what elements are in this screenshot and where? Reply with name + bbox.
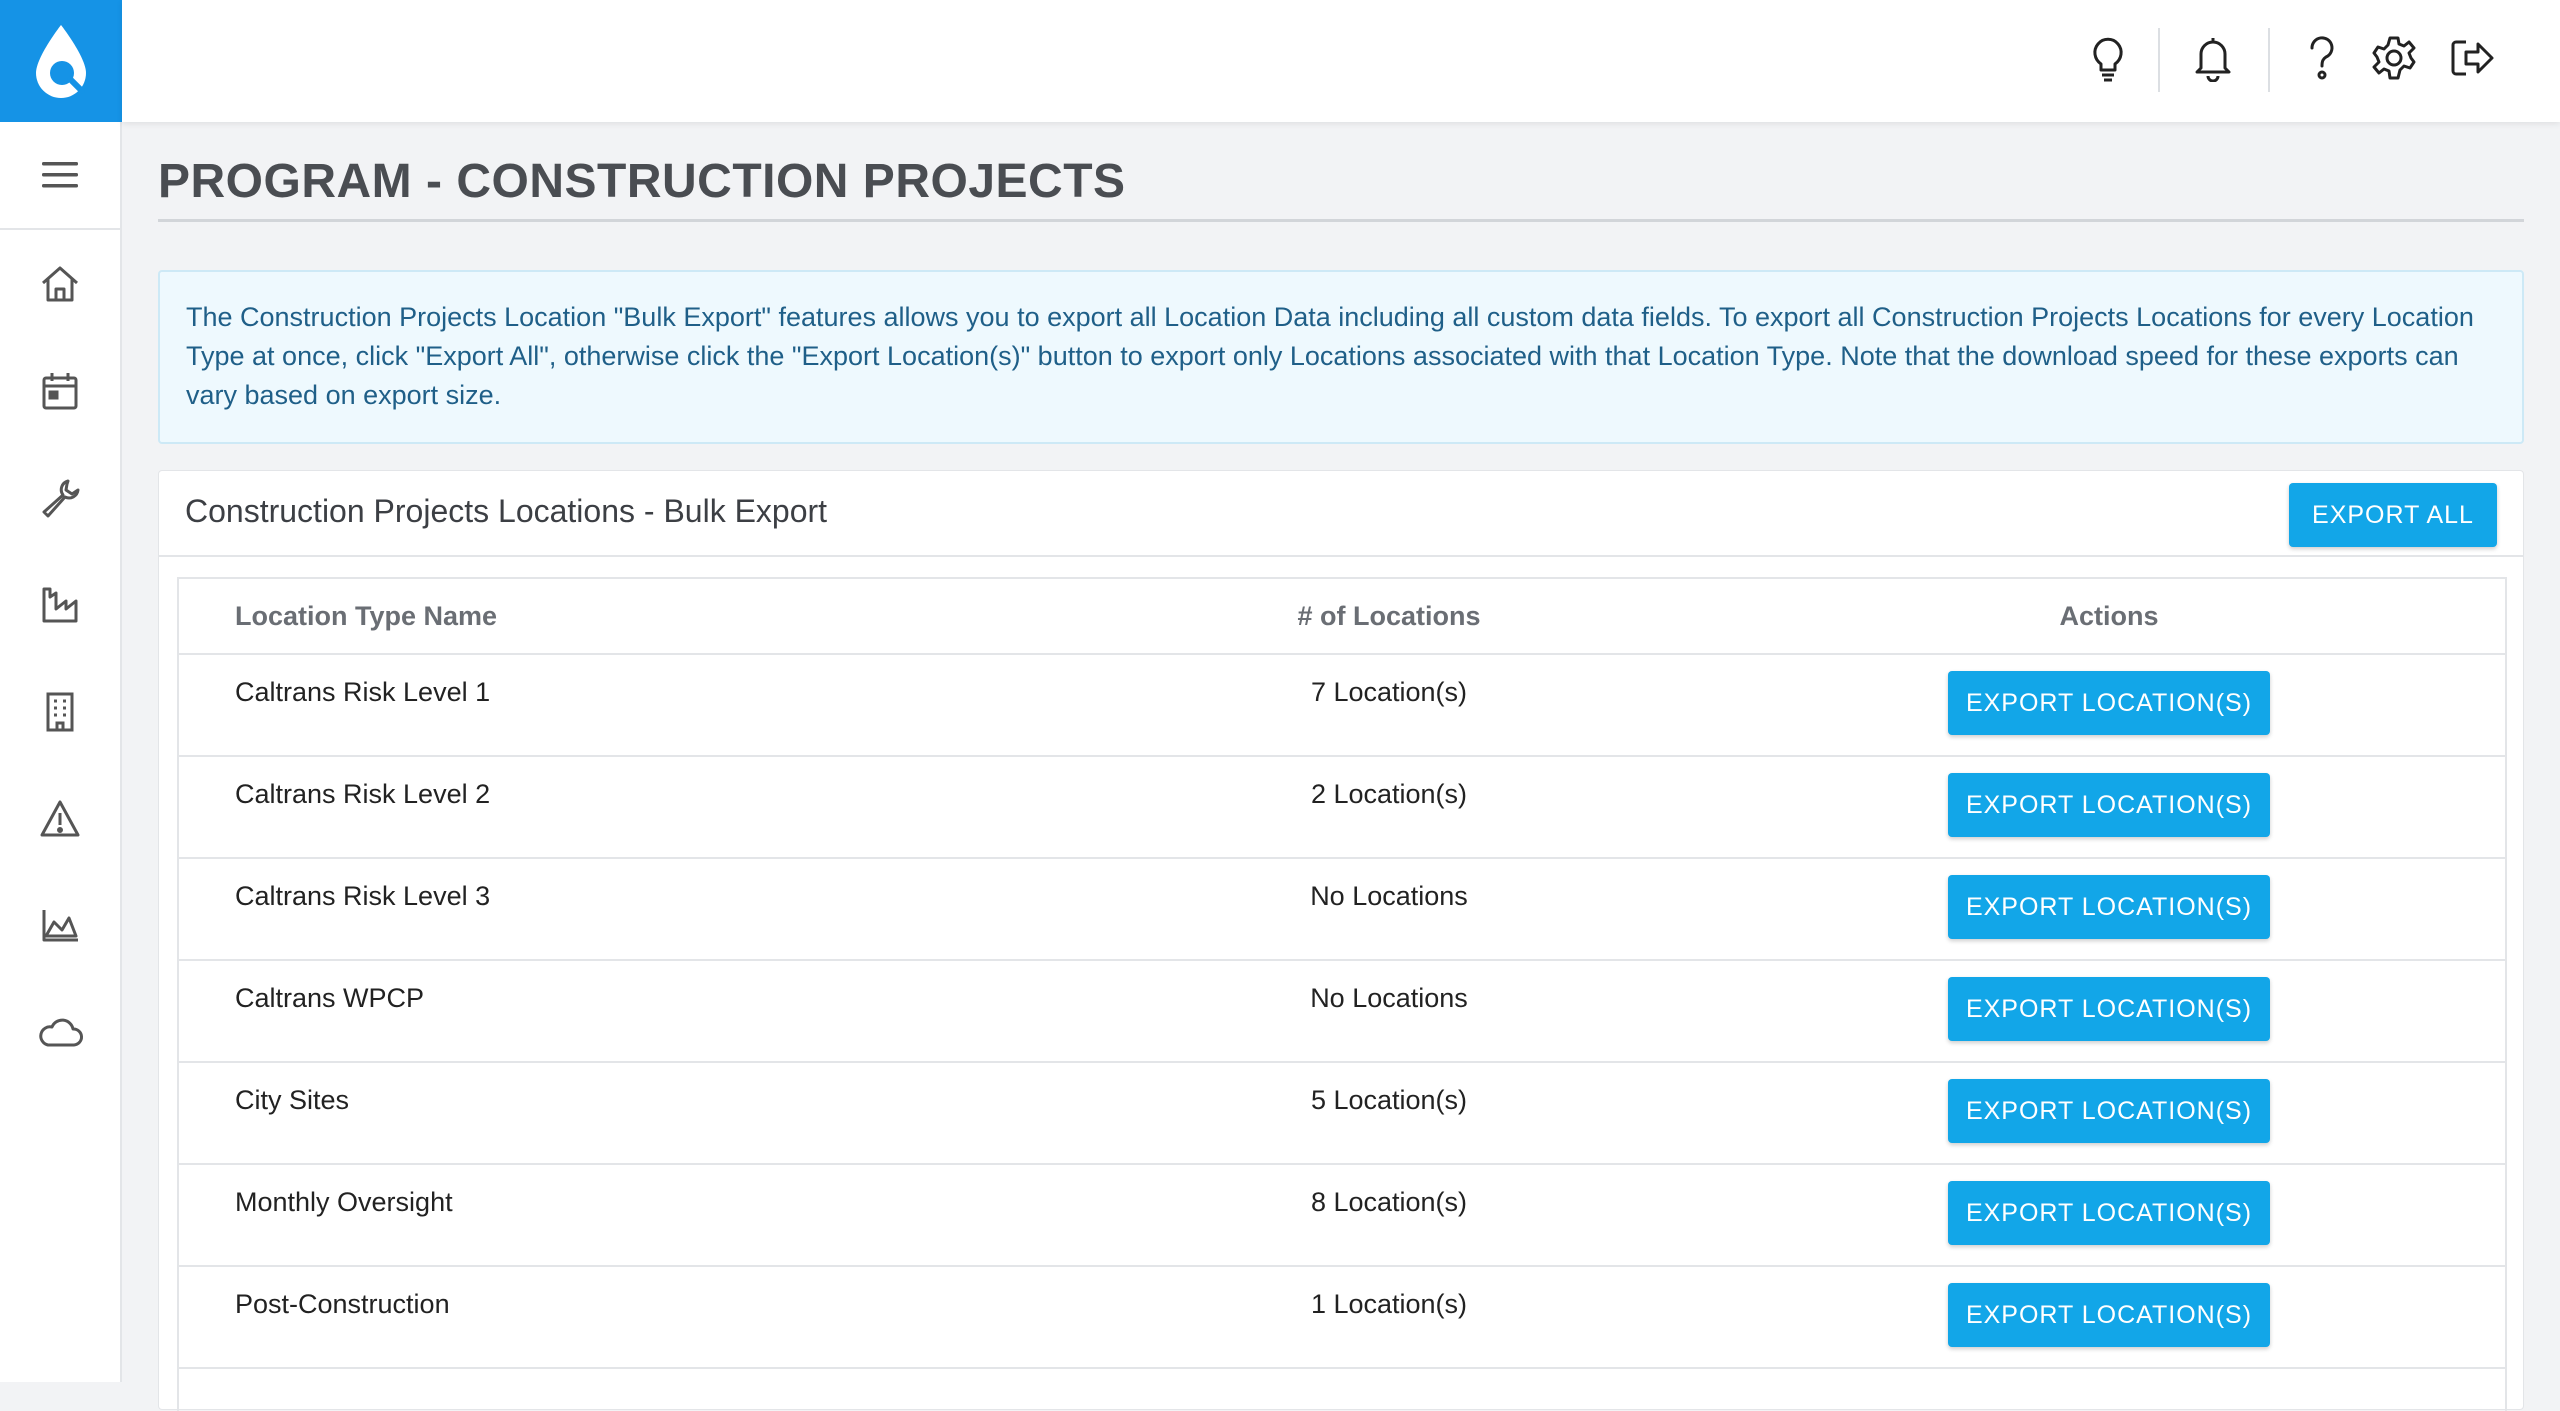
location-type-name: City Sites	[235, 1085, 350, 1115]
main-content: PROGRAM - CONSTRUCTION PROJECTS The Cons…	[122, 122, 2560, 1411]
help-icon	[2310, 36, 2334, 80]
export-locations-button[interactable]: EXPORT LOCATION(S)	[1948, 671, 2270, 735]
nav-home[interactable]	[0, 230, 120, 337]
top-bar	[122, 0, 2560, 122]
panel-header: Construction Projects Locations - Bulk E…	[159, 471, 2523, 557]
home-icon	[42, 266, 78, 301]
bell-icon	[2195, 38, 2231, 82]
left-nav-rail	[0, 0, 122, 1382]
gear-icon	[2372, 36, 2416, 80]
table-row: Caltrans WPCP No Locations EXPORT LOCATI…	[179, 961, 2505, 1063]
topbar-divider	[2268, 28, 2270, 92]
export-locations-button[interactable]: EXPORT LOCATION(S)	[1948, 773, 2270, 837]
location-type-name: Caltrans Risk Level 1	[235, 677, 491, 707]
location-type-name: Caltrans Risk Level 2	[235, 779, 491, 809]
nav-buildings[interactable]	[0, 658, 120, 765]
notifications-button[interactable]	[2185, 30, 2241, 86]
nav-cloud[interactable]	[0, 979, 120, 1086]
menu-toggle-button[interactable]	[0, 122, 120, 230]
warning-icon	[40, 800, 80, 836]
location-types-table: Location Type Name # of Locations Action…	[177, 577, 2507, 1411]
row-actions: EXPORT LOCATION(S)	[1939, 977, 2279, 1041]
lightbulb-icon	[2093, 37, 2123, 82]
nav-facilities[interactable]	[0, 551, 120, 658]
building-icon	[46, 692, 74, 731]
export-locations-button[interactable]: EXPORT LOCATION(S)	[1948, 875, 2270, 939]
export-locations-button[interactable]: EXPORT LOCATION(S)	[1948, 1283, 2270, 1347]
location-type-name: Caltrans WPCP	[235, 983, 425, 1013]
row-actions: EXPORT LOCATION(S)	[1939, 773, 2279, 837]
logout-icon	[2451, 40, 2494, 76]
row-actions: EXPORT LOCATION(S)	[1939, 875, 2279, 939]
location-count: 2 Location(s)	[1310, 779, 1468, 809]
location-type-name: Post-Construction	[235, 1289, 450, 1319]
wrench-icon	[42, 479, 80, 517]
row-actions: EXPORT LOCATION(S)	[1939, 1283, 2279, 1347]
location-count: 8 Location(s)	[1310, 1187, 1468, 1217]
location-count: 5 Location(s)	[1310, 1085, 1468, 1115]
location-count: 1 Location(s)	[1310, 1289, 1468, 1319]
table-row: Caltrans Risk Level 1 7 Location(s) EXPO…	[179, 655, 2505, 757]
bulk-export-panel: Construction Projects Locations - Bulk E…	[158, 470, 2524, 1411]
column-header-actions: Actions	[2059, 601, 2159, 631]
row-actions: EXPORT LOCATION(S)	[1939, 671, 2279, 735]
location-count: No Locations	[1310, 983, 1468, 1013]
export-locations-button[interactable]: EXPORT LOCATION(S)	[1948, 1181, 2270, 1245]
export-locations-button[interactable]: EXPORT LOCATION(S)	[1948, 977, 2270, 1041]
location-count: No Locations	[1310, 881, 1468, 911]
cloud-icon	[39, 1018, 83, 1046]
info-banner-text: The Construction Projects Location "Bulk…	[186, 302, 2474, 410]
water-drop-logo-icon	[36, 25, 86, 98]
nav-alerts[interactable]	[0, 765, 120, 872]
logout-button[interactable]	[2444, 30, 2500, 86]
info-banner: The Construction Projects Location "Bulk…	[158, 270, 2524, 444]
row-actions: EXPORT LOCATION(S)	[1939, 1181, 2279, 1245]
export-all-button[interactable]: EXPORT ALL	[2289, 483, 2497, 547]
location-type-name: Caltrans Risk Level 3	[235, 881, 491, 911]
panel-title: Construction Projects Locations - Bulk E…	[185, 493, 828, 529]
app-logo[interactable]	[0, 0, 122, 122]
nav-reports[interactable]	[0, 872, 120, 979]
tips-button[interactable]	[2080, 30, 2136, 86]
location-count: 7 Location(s)	[1310, 677, 1468, 707]
table-row: Caltrans Risk Level 3 No Locations EXPOR…	[179, 859, 2505, 961]
column-header-locations-count[interactable]: # of Locations	[1219, 601, 1559, 632]
page-title: PROGRAM - CONSTRUCTION PROJECTS	[158, 154, 2524, 222]
column-header-location-type[interactable]: Location Type Name	[235, 601, 497, 632]
table-header-row: Location Type Name # of Locations Action…	[179, 579, 2505, 655]
hamburger-icon	[42, 162, 78, 188]
table-row: Caltrans Risk Level 2 2 Location(s) EXPO…	[179, 757, 2505, 859]
table-row: Post-Construction 1 Location(s) EXPORT L…	[179, 1267, 2505, 1369]
settings-button[interactable]	[2366, 30, 2422, 86]
topbar-divider	[2158, 28, 2160, 92]
table-row: Monthly Oversight 8 Location(s) EXPORT L…	[179, 1165, 2505, 1267]
help-button[interactable]	[2294, 30, 2350, 86]
factory-icon	[42, 587, 78, 622]
nav-tools[interactable]	[0, 444, 120, 551]
nav-calendar[interactable]	[0, 337, 120, 444]
export-locations-button[interactable]: EXPORT LOCATION(S)	[1948, 1079, 2270, 1143]
row-actions: EXPORT LOCATION(S)	[1939, 1079, 2279, 1143]
table-row: City Sites 5 Location(s) EXPORT LOCATION…	[179, 1063, 2505, 1165]
location-type-name: Monthly Oversight	[235, 1187, 453, 1217]
area-chart-icon	[42, 909, 78, 941]
calendar-icon	[42, 372, 78, 409]
